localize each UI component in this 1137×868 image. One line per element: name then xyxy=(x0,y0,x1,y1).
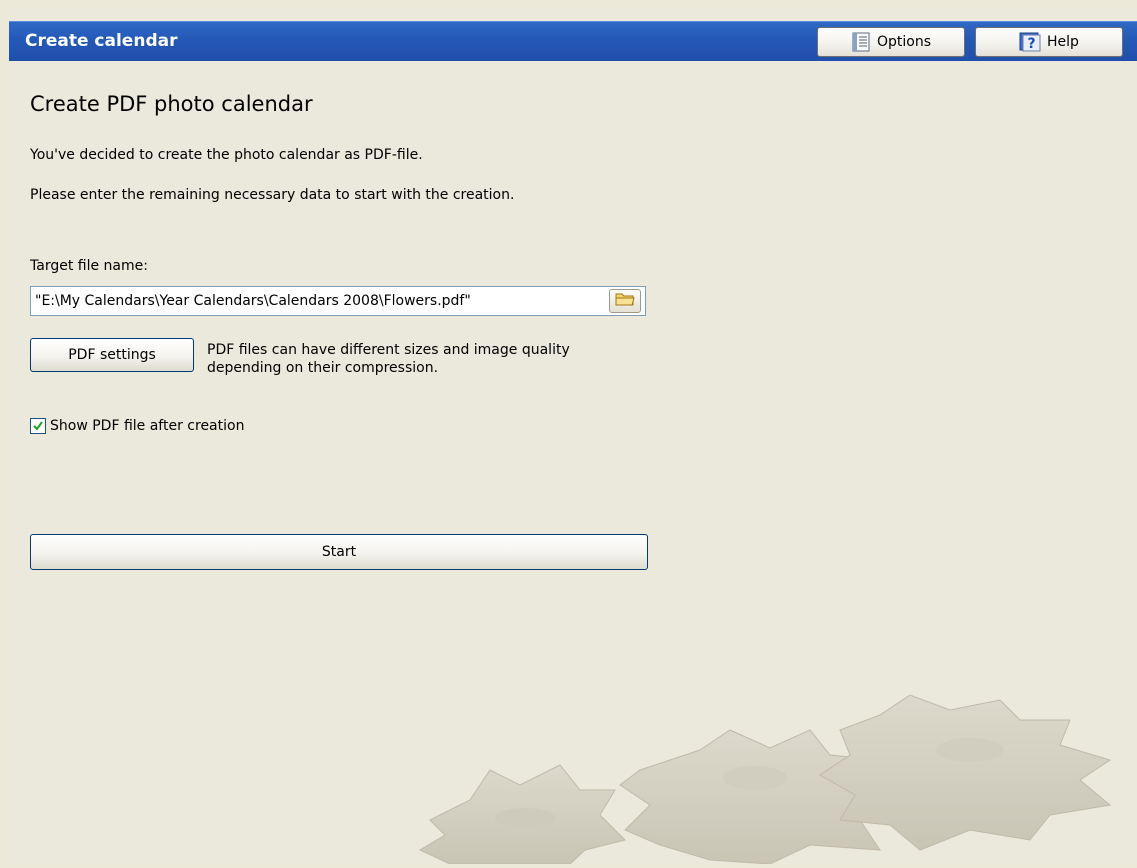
browse-button[interactable] xyxy=(609,289,641,313)
start-label: Start xyxy=(321,544,357,560)
options-label: Options xyxy=(876,34,932,50)
svg-text:?: ? xyxy=(1027,36,1035,52)
title-bar: Create calendar Options ? Help xyxy=(9,21,1137,61)
window-title: Create calendar xyxy=(25,31,178,51)
pdf-settings-button[interactable]: PDF settings xyxy=(30,338,194,372)
help-icon: ? xyxy=(1019,32,1041,52)
target-file-input[interactable]: "E:\My Calendars\Year Calendars\Calendar… xyxy=(30,286,646,316)
intro-text-1: You've decided to create the photo calen… xyxy=(30,147,423,163)
intro-text-2: Please enter the remaining necessary dat… xyxy=(30,187,515,203)
show-pdf-checkbox[interactable] xyxy=(30,418,46,434)
help-button[interactable]: ? Help xyxy=(975,27,1123,57)
pdf-desc-line2: depending on their compression. xyxy=(207,360,439,376)
pdf-settings-description: PDF files can have different sizes and i… xyxy=(207,341,570,377)
options-button[interactable]: Options xyxy=(817,27,965,57)
checkmark-icon xyxy=(32,417,44,436)
gears-decoration xyxy=(410,690,1137,865)
pdf-settings-label: PDF settings xyxy=(68,347,156,363)
folder-icon xyxy=(615,291,635,311)
start-button[interactable]: Start xyxy=(30,534,648,570)
pdf-desc-line1: PDF files can have different sizes and i… xyxy=(207,342,570,358)
help-label: Help xyxy=(1047,34,1079,50)
show-pdf-label: Show PDF file after creation xyxy=(50,418,245,434)
page-title: Create PDF photo calendar xyxy=(30,92,313,116)
target-file-label: Target file name: xyxy=(30,258,148,274)
list-icon xyxy=(851,32,871,52)
